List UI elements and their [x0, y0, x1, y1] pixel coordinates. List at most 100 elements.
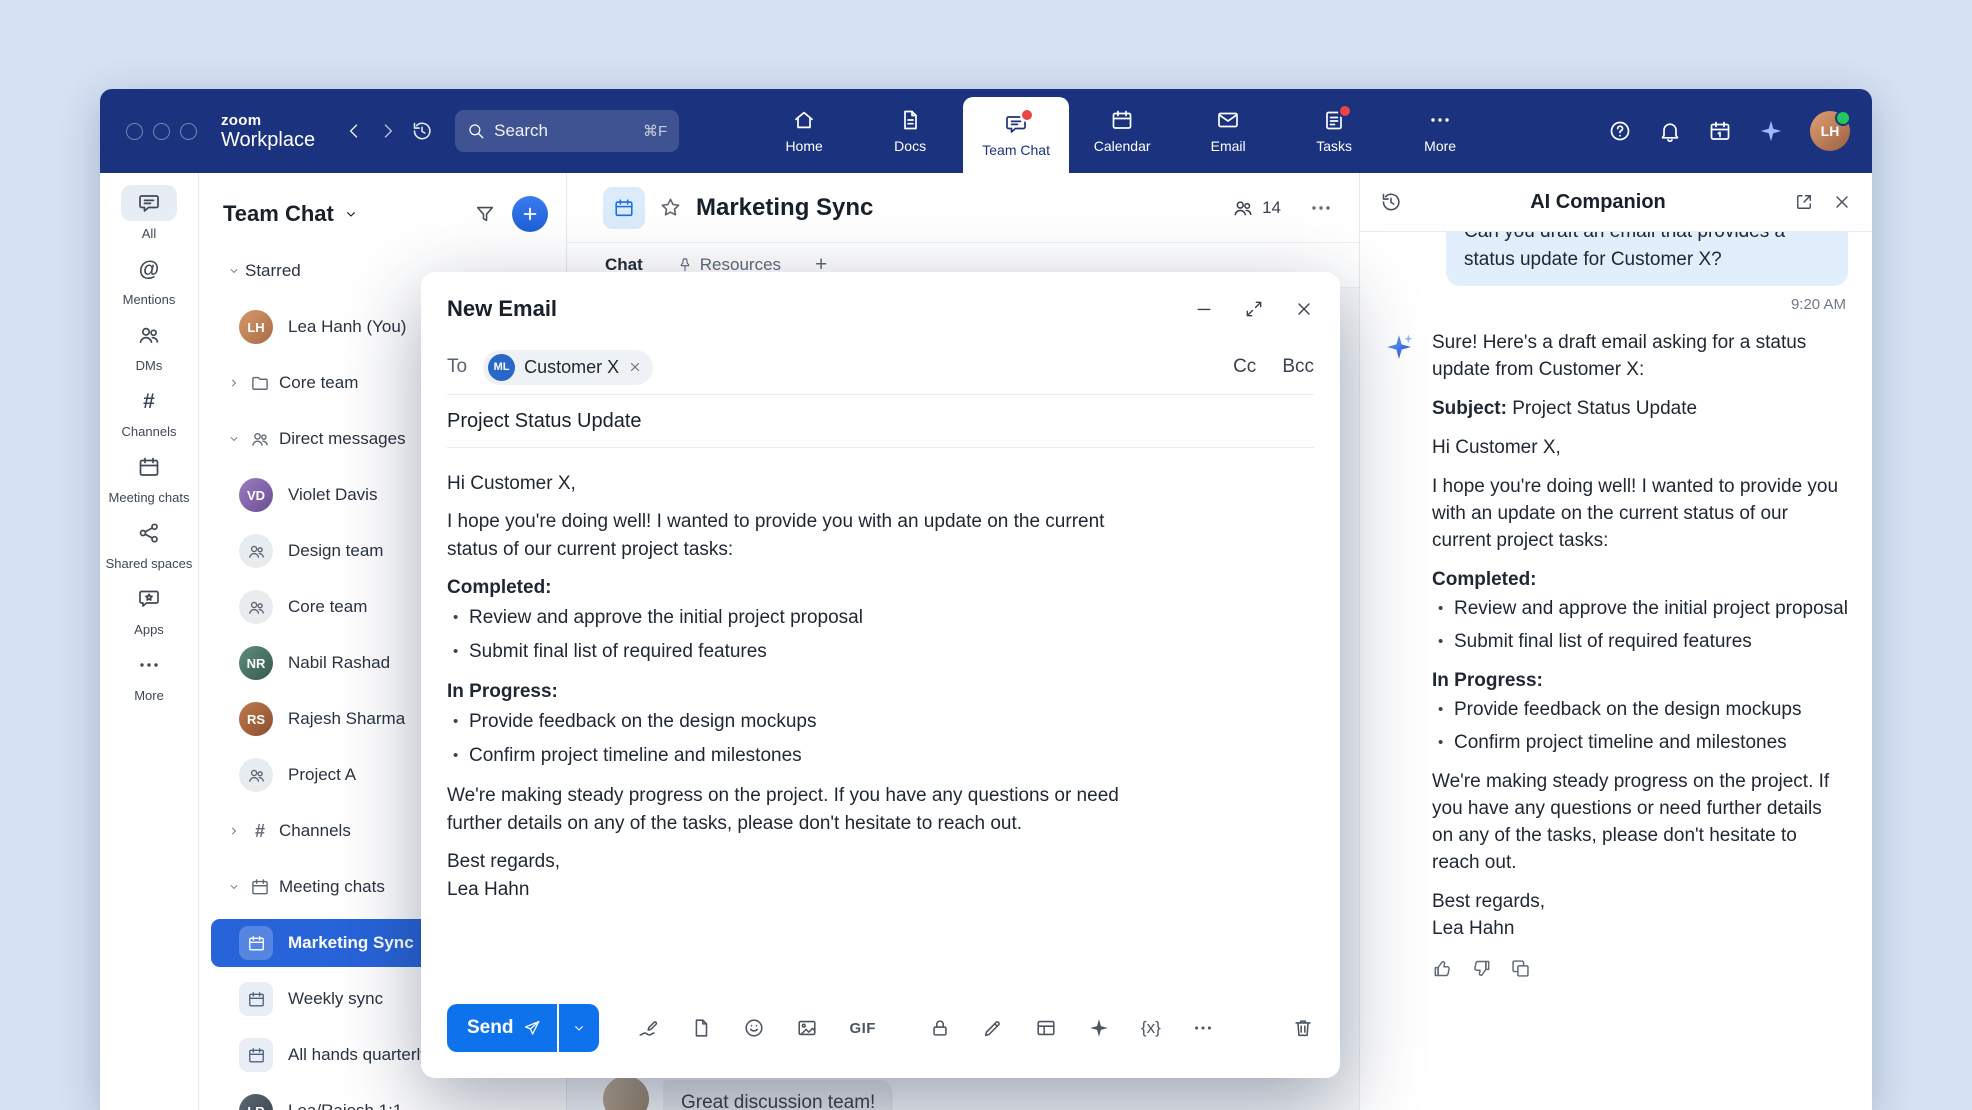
people-icon [137, 323, 161, 347]
expand-button[interactable] [1244, 299, 1264, 319]
copy-button[interactable] [1510, 958, 1531, 979]
remove-recipient-button[interactable] [628, 360, 642, 374]
sidebar-title-dropdown[interactable]: Team Chat [223, 201, 359, 227]
gif-button[interactable]: GIF [849, 1020, 876, 1037]
item-label: All hands quarterly [288, 1045, 429, 1065]
rail-item-more[interactable]: More [104, 647, 194, 703]
nav-tab-home[interactable]: Home [751, 89, 857, 173]
send-options-button[interactable] [559, 1004, 599, 1052]
meeting-icon [239, 926, 273, 960]
template-icon [1035, 1017, 1057, 1039]
rail-label: Meeting chats [109, 490, 190, 505]
search-input[interactable]: Search ⌘F [455, 110, 679, 152]
member-count[interactable]: 14 [1232, 197, 1281, 219]
bcc-button[interactable]: Bcc [1282, 356, 1314, 378]
in-progress-list: Provide feedback on the design mockups C… [447, 708, 1137, 770]
edit-button[interactable] [982, 1017, 1004, 1039]
thumbs-up-button[interactable] [1432, 958, 1453, 979]
compose-toolbar: Send GIF [447, 988, 1314, 1078]
more-tools-button[interactable] [1192, 1017, 1214, 1039]
ai-assist-button[interactable] [1088, 1017, 1110, 1039]
thumbs-down-button[interactable] [1471, 958, 1492, 979]
attach-file-button[interactable] [690, 1017, 712, 1039]
team-avatar [239, 590, 273, 624]
rail-item-channels[interactable]: # Channels [104, 383, 194, 439]
nav-tab-more[interactable]: More [1387, 89, 1493, 173]
variables-button[interactable]: {x} [1141, 1018, 1161, 1038]
rail-item-meeting-chats[interactable]: Meeting chats [104, 449, 194, 505]
forward-button[interactable] [371, 114, 405, 148]
back-button[interactable] [337, 114, 371, 148]
avatar: LH [239, 310, 273, 344]
nav-tab-label: Calendar [1094, 138, 1151, 154]
nav-tab-docs[interactable]: Docs [857, 89, 963, 173]
ai-response-text: Sure! Here's a draft email asking for a … [1432, 329, 1848, 979]
nav-tab-calendar[interactable]: Calendar [1069, 89, 1175, 173]
rail-item-shared-spaces[interactable]: Shared spaces [104, 515, 194, 571]
close-panel-button[interactable] [1832, 192, 1852, 212]
recipient-avatar: ML [488, 354, 515, 381]
minimize-button[interactable] [1194, 299, 1214, 319]
rail-item-all[interactable]: All [104, 185, 194, 241]
avatar-initials: LH [1821, 123, 1840, 139]
item-label: Nabil Rashad [288, 653, 390, 673]
in-progress-label: In Progress: [1432, 670, 1543, 691]
notifications-button[interactable] [1658, 119, 1682, 143]
ai-companion-button[interactable] [1758, 118, 1784, 144]
ai-body-intro: I hope you're doing well! I wanted to pr… [1432, 473, 1848, 554]
ai-panel-title: AI Companion [1402, 191, 1794, 214]
template-button[interactable] [1035, 1017, 1057, 1039]
zoom-window-control[interactable] [180, 123, 197, 140]
new-chat-button[interactable] [512, 196, 548, 232]
completed-list: Review and approve the initial project p… [1432, 595, 1848, 655]
recipient-chip[interactable]: ML Customer X [483, 350, 653, 385]
calendar-quick-button[interactable] [1708, 119, 1732, 143]
rail-item-dms[interactable]: DMs [104, 317, 194, 373]
chevron-right-icon [223, 824, 245, 838]
minimize-window-control[interactable] [153, 123, 170, 140]
item-label: Design team [288, 541, 383, 561]
user-avatar[interactable]: LH [1810, 111, 1850, 151]
channel-more-button[interactable] [1309, 196, 1333, 220]
emoji-button[interactable] [743, 1017, 765, 1039]
team-avatar [239, 758, 273, 792]
subject-field[interactable]: Project Status Update [447, 395, 1314, 448]
chevron-down-icon [223, 264, 245, 278]
open-in-new-button[interactable] [1794, 192, 1814, 212]
item-label: Weekly sync [288, 989, 383, 1009]
discard-draft-button[interactable] [1292, 1017, 1314, 1039]
meeting-icon [239, 982, 273, 1016]
rail-label: More [134, 688, 164, 703]
cc-button[interactable]: Cc [1233, 356, 1256, 378]
meeting-calendar-icon [137, 455, 161, 479]
email-body-editor[interactable]: Hi Customer X, I hope you're doing well!… [447, 448, 1137, 988]
nav-tab-tasks[interactable]: Tasks [1281, 89, 1387, 173]
rail-item-apps[interactable]: Apps [104, 581, 194, 637]
notification-dot [1020, 108, 1034, 122]
nav-tab-team-chat[interactable]: Team Chat [963, 97, 1069, 173]
ai-history-button[interactable] [1380, 191, 1402, 213]
signature-button[interactable] [637, 1017, 659, 1039]
calendar-icon [1110, 108, 1134, 132]
sidebar-item-lea-rajesh[interactable]: LR Lea/Rajesh 1:1 [199, 1083, 566, 1110]
people-icon [1232, 197, 1254, 219]
close-button[interactable] [1294, 299, 1314, 319]
encrypt-button[interactable] [929, 1017, 951, 1039]
message-timestamp: 9:20 AM [1386, 296, 1846, 313]
send-button[interactable]: Send [447, 1004, 557, 1052]
recipient-row[interactable]: To ML Customer X Cc Bcc [447, 340, 1314, 395]
emoji-icon [743, 1017, 765, 1039]
close-window-control[interactable] [126, 123, 143, 140]
avatar: NR [239, 646, 273, 680]
item-label: Project A [288, 765, 356, 785]
minimize-icon [1194, 299, 1214, 319]
insert-image-button[interactable] [796, 1017, 818, 1039]
send-label: Send [467, 1017, 513, 1039]
nav-tab-email[interactable]: Email [1175, 89, 1281, 173]
history-button[interactable] [405, 114, 439, 148]
star-channel-button[interactable] [659, 196, 682, 219]
more-icon [1428, 108, 1452, 132]
rail-item-mentions[interactable]: @ Mentions [104, 251, 194, 307]
help-button[interactable] [1608, 119, 1632, 143]
filter-button[interactable] [474, 203, 496, 225]
